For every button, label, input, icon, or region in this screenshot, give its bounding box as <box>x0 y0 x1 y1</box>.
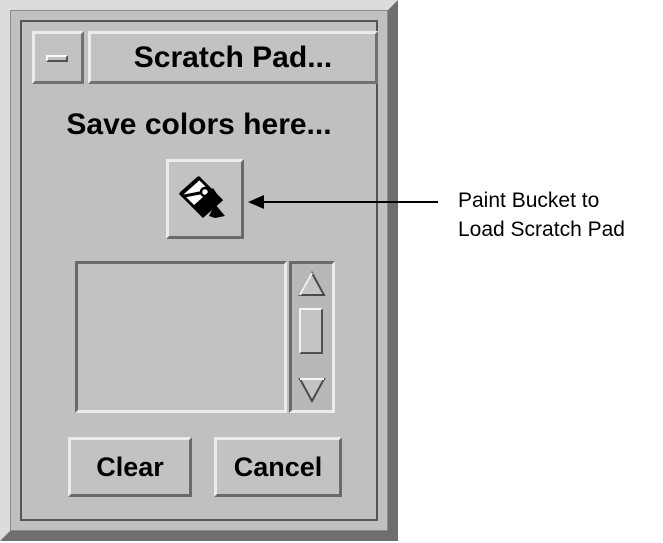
callout-line-1: Paint Bucket to <box>458 189 600 212</box>
paint-bucket-button[interactable] <box>166 159 244 239</box>
clear-button[interactable]: Clear <box>68 437 192 497</box>
callout-arrow <box>248 195 438 209</box>
vertical-scrollbar[interactable] <box>289 261 335 413</box>
arrow-up-icon[interactable] <box>296 267 328 303</box>
window-title-bar[interactable]: Scratch Pad... <box>88 31 378 84</box>
window-menu-button[interactable] <box>32 31 84 84</box>
callout-text: Paint Bucket to Load Scratch Pad <box>458 186 625 244</box>
scroll-thumb[interactable] <box>299 308 323 354</box>
paint-bucket-icon <box>178 175 225 219</box>
cancel-button[interactable]: Cancel <box>214 437 342 497</box>
cancel-button-label: Cancel <box>233 451 323 482</box>
callout-line-2: Load Scratch Pad <box>458 218 625 241</box>
window-title: Scratch Pad... <box>133 40 333 74</box>
clear-button-label: Clear <box>96 451 164 482</box>
page-heading: Save colors here... <box>66 108 332 141</box>
window-menu-icon <box>46 55 68 62</box>
color-swatch-area[interactable] <box>75 261 287 413</box>
arrow-down-icon[interactable] <box>296 371 328 407</box>
